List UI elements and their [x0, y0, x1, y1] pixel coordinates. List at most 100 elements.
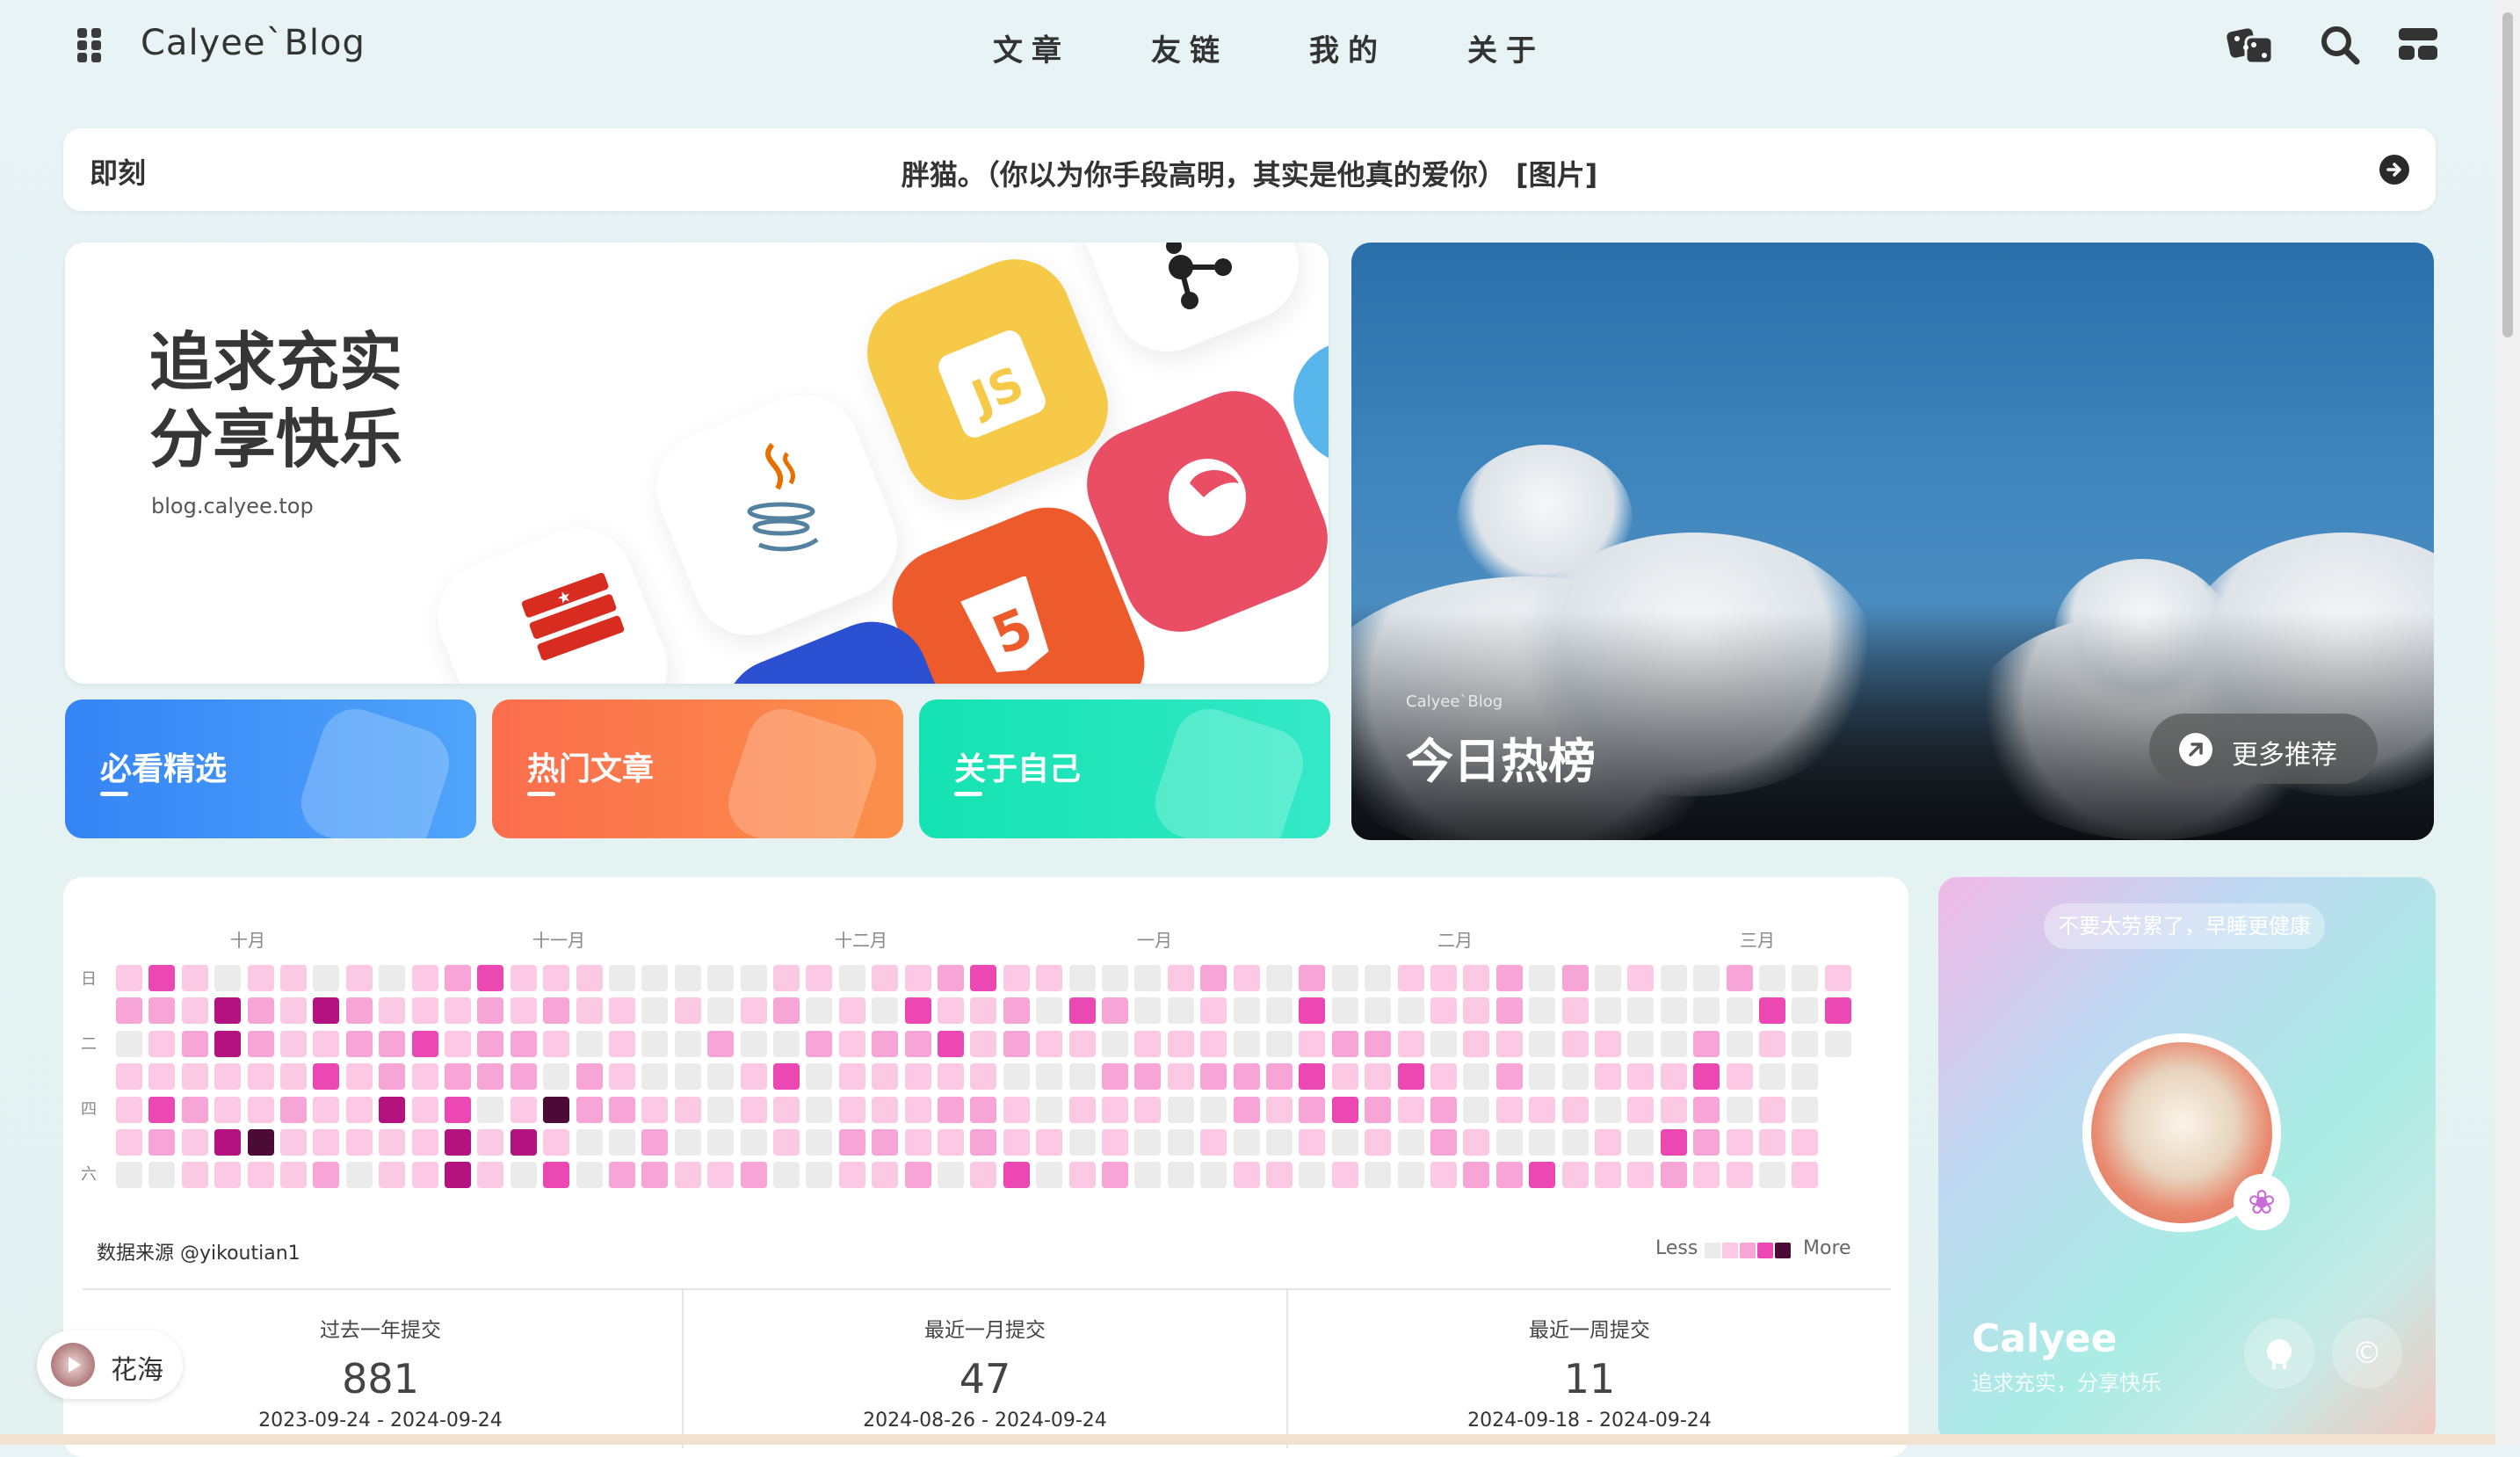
apps-menu-icon[interactable] [77, 28, 105, 62]
contribution-cell[interactable] [214, 1162, 242, 1189]
contribution-cell[interactable] [838, 1129, 865, 1156]
contribution-cell[interactable] [247, 1096, 274, 1123]
contribution-cell[interactable] [1299, 1096, 1326, 1123]
contribution-cell[interactable] [806, 965, 833, 991]
contribution-cell[interactable] [904, 1096, 931, 1123]
contribution-cell[interactable] [1266, 997, 1293, 1025]
contribution-cell[interactable] [1200, 1096, 1227, 1123]
contribution-cell[interactable] [1331, 997, 1358, 1025]
contribution-cell[interactable] [313, 1030, 340, 1057]
contribution-cell[interactable] [477, 965, 504, 991]
contribution-cell[interactable] [345, 997, 373, 1025]
contribution-cell[interactable] [1660, 1030, 1687, 1057]
contribution-cell[interactable] [1134, 1063, 1162, 1091]
contribution-cell[interactable] [1561, 1096, 1589, 1123]
contribution-cell[interactable] [379, 1096, 406, 1123]
dice-icon[interactable] [2227, 25, 2276, 67]
contribution-cell[interactable] [740, 1096, 767, 1123]
contribution-cell[interactable] [1233, 1129, 1260, 1156]
contribution-cell[interactable] [938, 1096, 964, 1123]
contribution-cell[interactable] [1495, 1063, 1523, 1091]
contribution-cell[interactable] [806, 1030, 833, 1057]
contribution-cell[interactable] [477, 1063, 504, 1091]
contribution-cell[interactable] [1726, 965, 1753, 991]
contribution-cell[interactable] [576, 965, 603, 991]
contribution-cell[interactable] [938, 1129, 964, 1156]
contribution-cell[interactable] [1529, 1030, 1556, 1057]
contribution-cell[interactable] [181, 1063, 208, 1091]
contribution-cell[interactable] [641, 1129, 669, 1156]
contribution-cell[interactable] [1595, 1030, 1621, 1057]
contribution-cell[interactable] [379, 997, 406, 1025]
contribution-cell[interactable] [543, 965, 570, 991]
contribution-cell[interactable] [379, 1129, 406, 1156]
contribution-cell[interactable] [773, 1063, 800, 1091]
contribution-cell[interactable] [181, 1162, 208, 1189]
contribution-cell[interactable] [872, 1162, 899, 1189]
contribution-cell[interactable] [1200, 997, 1227, 1025]
contribution-cell[interactable] [345, 1030, 373, 1057]
contribution-cell[interactable] [510, 1096, 537, 1123]
contribution-cell[interactable] [904, 1030, 931, 1057]
contribution-cell[interactable] [674, 1096, 701, 1123]
contribution-cell[interactable] [1365, 997, 1392, 1025]
contribution-cell[interactable] [313, 1096, 340, 1123]
contribution-cell[interactable] [576, 1162, 603, 1189]
contribution-cell[interactable] [641, 997, 669, 1025]
contribution-cell[interactable] [641, 1096, 669, 1123]
contribution-cell[interactable] [1792, 1030, 1819, 1057]
contribution-cell[interactable] [1068, 1162, 1096, 1189]
contribution-cell[interactable] [1003, 965, 1030, 991]
contribution-cell[interactable] [445, 1129, 471, 1156]
contribution-cell[interactable] [445, 1030, 471, 1057]
contribution-cell[interactable] [1331, 965, 1358, 991]
contribution-cell[interactable] [148, 1096, 176, 1123]
contribution-cell[interactable] [1167, 1063, 1194, 1091]
contribution-cell[interactable] [1167, 965, 1194, 991]
contribution-cell[interactable] [806, 1063, 833, 1091]
contribution-cell[interactable] [1660, 1129, 1687, 1156]
contribution-cell[interactable] [214, 1063, 242, 1091]
contribution-cell[interactable] [1463, 1162, 1490, 1189]
contribution-cell[interactable] [1365, 1096, 1392, 1123]
contribution-cell[interactable] [1233, 1096, 1260, 1123]
contribution-cell[interactable] [1726, 997, 1753, 1025]
contribution-cell[interactable] [411, 997, 438, 1025]
contribution-cell[interactable] [609, 1030, 635, 1057]
contribution-cell[interactable] [345, 1096, 373, 1123]
contribution-cell[interactable] [181, 1096, 208, 1123]
contribution-cell[interactable] [116, 1030, 142, 1057]
contribution-cell[interactable] [477, 1129, 504, 1156]
contribution-cell[interactable] [1595, 1096, 1621, 1123]
contribution-cell[interactable] [938, 997, 964, 1025]
contribution-cell[interactable] [773, 965, 800, 991]
contribution-cell[interactable] [1726, 1063, 1753, 1091]
contribution-cell[interactable] [674, 997, 701, 1025]
contribution-cell[interactable] [1134, 1030, 1162, 1057]
contribution-cell[interactable] [1430, 997, 1457, 1025]
contribution-cell[interactable] [1759, 1096, 1785, 1123]
copyright-icon[interactable]: © [2332, 1318, 2402, 1388]
contribution-cell[interactable] [116, 1129, 142, 1156]
contribution-cell[interactable] [1759, 997, 1785, 1025]
contribution-cell[interactable] [1529, 1096, 1556, 1123]
contribution-cell[interactable] [970, 1063, 997, 1091]
contribution-cell[interactable] [313, 1063, 340, 1091]
contribution-cell[interactable] [938, 1063, 964, 1091]
contribution-cell[interactable] [379, 1030, 406, 1057]
contribution-cell[interactable] [1561, 965, 1589, 991]
contribution-cell[interactable] [1561, 1030, 1589, 1057]
contribution-cell[interactable] [1660, 997, 1687, 1025]
contribution-cell[interactable] [806, 997, 833, 1025]
contribution-cell[interactable] [214, 1030, 242, 1057]
contribution-cell[interactable] [1529, 1162, 1556, 1189]
contribution-cell[interactable] [707, 1096, 735, 1123]
contribution-cell[interactable] [477, 1030, 504, 1057]
scrollbar-thumb[interactable] [2502, 12, 2513, 337]
contribution-cell[interactable] [1299, 965, 1326, 991]
contribution-cell[interactable] [1561, 997, 1589, 1025]
contribution-cell[interactable] [838, 1096, 865, 1123]
contribution-cell[interactable] [609, 965, 635, 991]
contribution-cell[interactable] [641, 965, 669, 991]
contribution-cell[interactable] [641, 1162, 669, 1189]
